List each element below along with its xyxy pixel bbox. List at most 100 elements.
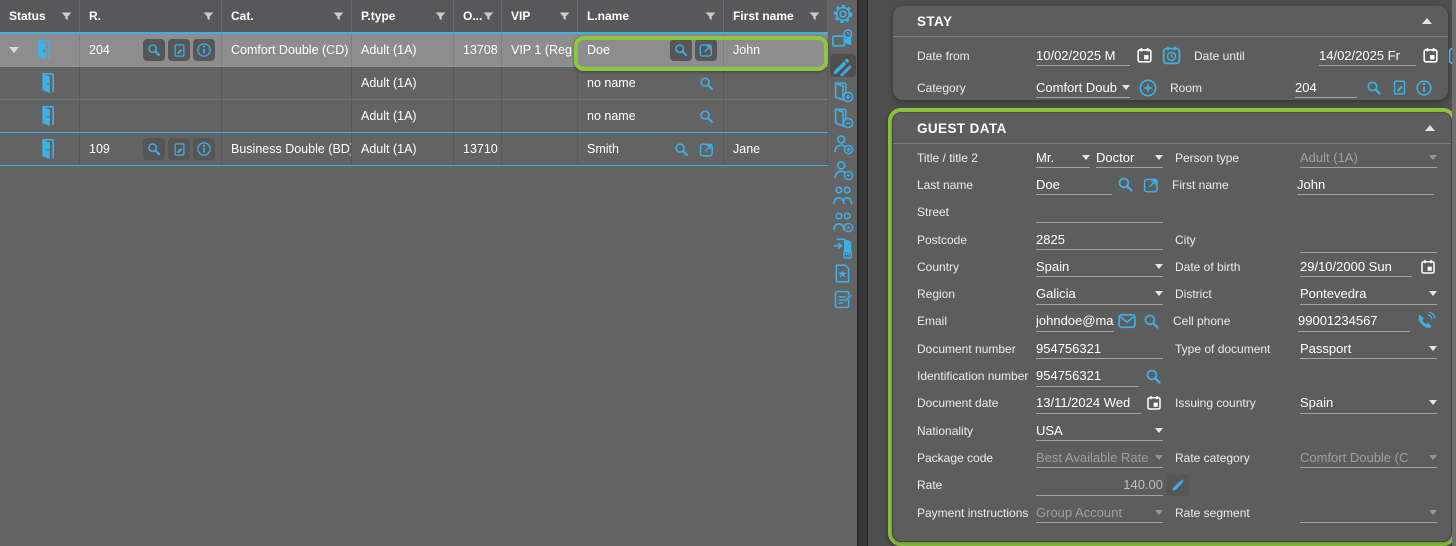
registration-card-icon[interactable] [1391,79,1408,96]
camera-clock-icon[interactable] [830,28,856,51]
district-select[interactable]: Pontevedra [1300,284,1437,305]
group-guests-icon[interactable] [830,184,856,207]
region-select[interactable]: Galicia [1036,284,1163,305]
edit-pencils-icon[interactable] [830,54,856,77]
phone-icon[interactable] [1416,311,1436,331]
stay-panel-header[interactable]: STAY [893,6,1448,37]
funnel-icon[interactable] [808,10,821,23]
first-name-field[interactable]: John [1297,174,1434,195]
pms-app: Status R. Cat. P.type O... VIP L.name Fi… [0,0,1456,546]
calendar-icon[interactable] [1145,394,1163,412]
search-icon[interactable] [1144,367,1163,386]
date-of-birth-field[interactable]: 29/10/2000 Sun [1300,256,1412,277]
open-external-icon[interactable] [1142,176,1160,194]
mail-icon[interactable] [1117,311,1137,331]
info-button[interactable] [193,138,215,160]
collapse-arrow-icon[interactable] [1425,125,1435,131]
column-header-persontype[interactable]: P.type [352,0,454,32]
search-icon[interactable] [1116,175,1135,194]
door-add-icon[interactable] [830,80,856,103]
funnel-icon[interactable] [558,10,571,23]
chevron-down-icon [1155,264,1163,269]
registration-card-button[interactable] [168,39,190,61]
funnel-icon[interactable] [202,10,215,23]
email-field[interactable]: johndoe@mai [1036,311,1114,332]
title-select[interactable]: Mr. [1036,147,1090,168]
column-header-status[interactable]: Status [0,0,80,32]
detail-area: STAY Date from 10/02/2025 M Date until 1… [868,0,1456,546]
room-field[interactable]: 204 [1295,77,1357,98]
search-button[interactable] [695,105,717,127]
column-header-firstname[interactable]: First name [724,0,828,32]
open-external-button[interactable] [695,138,717,160]
registration-card-button[interactable] [168,138,190,160]
table-row[interactable]: 109 Business Double (BD) Adult (1A) 1371… [0,133,828,166]
funnel-icon[interactable] [482,10,495,23]
column-header-vip[interactable]: VIP [502,0,578,32]
add-circle-icon[interactable] [1138,78,1158,98]
search-icon[interactable] [1142,312,1161,331]
chevron-down-icon [1429,346,1437,351]
category-cell: Business Double (BD) [222,133,352,165]
type-of-document-select[interactable]: Passport [1300,338,1437,359]
door-remove-icon[interactable] [830,106,856,129]
column-header-order[interactable]: O... [454,0,502,32]
calendar-icon[interactable] [1419,258,1437,276]
street-field[interactable] [1036,202,1163,223]
table-row[interactable]: 204 Comfort Double (CD) Adult (1A) 13708… [0,34,828,67]
expand-caret-icon[interactable] [9,47,19,53]
document-edit-icon[interactable] [830,288,856,311]
scrollbar[interactable] [1452,0,1456,546]
category-select[interactable]: Comfort Doub [1036,77,1130,98]
info-button[interactable] [193,39,215,61]
person-remove-icon[interactable] [830,158,856,181]
table-row[interactable]: Adult (1A) no name [0,67,828,100]
calendar-icon[interactable] [1135,46,1154,65]
column-header-room[interactable]: R. [80,0,222,32]
funnel-icon[interactable] [434,10,447,23]
search-button[interactable] [143,138,165,160]
rate-label: Rate [917,478,1036,492]
calendar-icon[interactable] [1421,46,1440,65]
person-add-icon[interactable] [830,132,856,155]
cell-phone-field[interactable]: 99001234567 [1298,311,1410,332]
guest-data-panel: GUEST DATA Title / title 2 Mr. Doctor Pe… [893,113,1451,541]
edit-rate-button[interactable] [1167,474,1189,496]
postcode-field[interactable]: 2825 [1036,229,1163,250]
group-guests-status-icon[interactable] [830,210,856,233]
search-button[interactable] [670,39,692,61]
city-field[interactable] [1300,232,1437,253]
door-icon [35,38,55,62]
search-button[interactable] [695,72,717,94]
column-header-lastname[interactable]: L.name [578,0,724,32]
nationality-select[interactable]: USA [1036,420,1163,441]
settings-gear-icon[interactable] [830,2,856,25]
date-until-label: Date until [1194,49,1319,63]
title2-select[interactable]: Doctor [1096,147,1163,168]
calendar-clock-icon[interactable] [1161,45,1182,66]
info-icon[interactable] [1415,79,1433,97]
column-header-category[interactable]: Cat. [222,0,352,32]
identification-number-field[interactable]: 954756321 [1036,366,1139,387]
room-move-icon[interactable] [830,236,856,259]
search-button[interactable] [670,138,692,160]
document-date-field[interactable]: 13/11/2024 Wed [1036,393,1141,414]
rate-segment-select[interactable] [1300,502,1437,523]
street-label: Street [917,205,1036,219]
document-number-field[interactable]: 954756321 [1036,338,1163,359]
date-from-field[interactable]: 10/02/2025 M [1036,45,1130,66]
guest-panel-header[interactable]: GUEST DATA [893,113,1451,144]
table-row[interactable]: Adult (1A) no name [0,100,828,133]
date-until-field[interactable]: 14/02/2025 Fr [1319,45,1416,66]
funnel-icon[interactable] [704,10,717,23]
open-external-button[interactable] [695,39,717,61]
document-star-icon[interactable] [830,262,856,285]
collapse-arrow-icon[interactable] [1422,18,1432,24]
funnel-icon[interactable] [332,10,345,23]
last-name-field[interactable]: Doe [1036,174,1112,195]
search-icon[interactable] [1365,79,1383,97]
funnel-icon[interactable] [60,10,73,23]
issuing-country-select[interactable]: Spain [1300,393,1437,414]
country-select[interactable]: Spain [1036,256,1163,277]
search-button[interactable] [143,39,165,61]
